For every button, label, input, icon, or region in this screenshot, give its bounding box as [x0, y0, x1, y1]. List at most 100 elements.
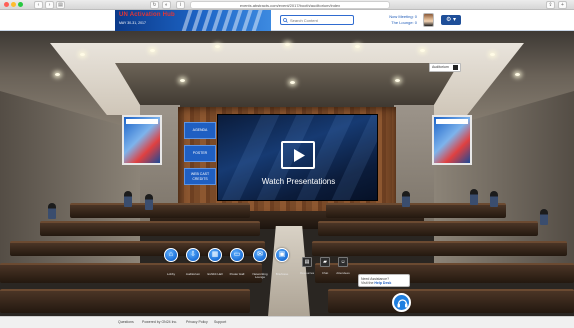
home-icon: ⌂ — [168, 251, 174, 258]
close-window-button[interactable] — [4, 2, 9, 7]
settings-menu-button[interactable]: ⚙ ▾ — [441, 15, 461, 25]
ceiling-light — [355, 45, 360, 48]
help-desk-text: Need Assistance? Visit the Help Desk — [361, 277, 391, 285]
resources-button[interactable]: ▤ — [302, 257, 312, 267]
seat-row — [326, 203, 506, 218]
page-footer: Questions Powered by ON24 Inc. Privacy P… — [0, 316, 574, 328]
maximize-window-button[interactable] — [18, 2, 23, 7]
forward-button[interactable]: › — [45, 1, 54, 9]
new-tab-button[interactable]: + — [558, 1, 567, 9]
event-title: UN Activation Hub — [119, 12, 175, 18]
ceiling-light — [80, 53, 85, 56]
resources-label: Resources — [299, 271, 315, 275]
app-window: ‹ › ▤ ↻ ◐ i events.abstracts.com/event/2… — [0, 0, 574, 328]
help-desk-link[interactable]: Help Desk — [374, 281, 391, 285]
help-line-2-prefix: Visit the — [361, 281, 375, 285]
auditorium-button[interactable]: ⇩ — [186, 248, 200, 262]
chat-label: Chat — [321, 271, 329, 275]
play-icon — [294, 149, 305, 162]
footer-powered-by[interactable]: Powered by ON24 Inc. — [142, 320, 177, 324]
networking-lounge-button[interactable]: ✉ — [253, 248, 267, 262]
ceiling-light — [420, 49, 425, 52]
back-button[interactable]: ‹ — [34, 1, 43, 9]
agenda-label: AGENDA — [192, 128, 208, 133]
footer-support-link[interactable]: Support — [214, 320, 226, 324]
audience-member — [470, 189, 478, 205]
attendees-button[interactable]: ☺ — [338, 257, 348, 267]
networking-lounge-label: Networking Lounge — [252, 272, 268, 280]
audience-member — [145, 194, 153, 210]
live-lounge-link[interactable]: The Lounge: 0 — [391, 20, 417, 25]
reload-icon[interactable]: ↻ — [150, 1, 159, 9]
chat-icon: ✉ — [257, 251, 263, 258]
footer-questions-link[interactable]: Questions — [118, 320, 134, 324]
lobby-label: Lobby — [166, 272, 176, 276]
ceiling-light — [395, 79, 400, 82]
video-screen[interactable]: Watch Presentations — [217, 114, 378, 201]
poster-button[interactable]: POSTER — [184, 145, 216, 162]
audience-member — [124, 191, 132, 207]
ceiling-light — [215, 45, 220, 48]
briefcase-label: Briefcase — [275, 272, 289, 276]
ceiling-light — [290, 81, 295, 84]
avatar[interactable] — [423, 13, 434, 27]
exhibit-hall-label: Exhibit Hall — [207, 272, 223, 276]
seat-row — [70, 203, 250, 218]
lobby-button[interactable]: ⌂ — [164, 248, 178, 262]
search-input[interactable] — [290, 16, 350, 24]
now-meeting-link[interactable]: Now Meeting: 0 — [389, 14, 417, 19]
help-desk-panel[interactable]: Need Assistance? Visit the Help Desk — [358, 274, 410, 287]
play-button[interactable] — [281, 141, 315, 169]
auditorium-selector-label: Auditorium — [432, 65, 449, 69]
share-icon[interactable]: ⇪ — [546, 1, 555, 9]
webcast-credits-label: WEB CAST CREDITS — [190, 172, 210, 181]
seat-row — [40, 221, 260, 236]
seat-row — [318, 221, 538, 236]
seat-row — [328, 289, 574, 313]
auditorium-icon: ⇩ — [190, 251, 196, 258]
wall-poster-right[interactable] — [432, 115, 472, 165]
ceiling-light — [490, 53, 495, 56]
info-icon[interactable]: i — [176, 1, 185, 9]
minimize-window-button[interactable] — [11, 2, 16, 7]
footer-privacy-link[interactable]: Privacy Policy — [186, 320, 208, 324]
chat-button[interactable]: ▰ — [320, 257, 330, 267]
sidebar-toggle-button[interactable]: ▤ — [56, 1, 65, 9]
exhibit-icon: ▦ — [211, 251, 219, 258]
exhibit-hall-button[interactable]: ▦ — [208, 248, 222, 262]
chat-bubble-icon: ▰ — [323, 259, 327, 265]
auditorium-label: Auditorium — [185, 272, 201, 276]
shield-icon[interactable]: ◐ — [162, 1, 171, 9]
ceiling-recess — [115, 63, 459, 109]
attendees-label: Attendees — [336, 271, 350, 275]
search-icon — [283, 18, 288, 23]
site-header: UN Activation Hub MAY 30-31, 2017 Now Me… — [0, 10, 574, 31]
poster-label: POSTER — [192, 151, 208, 156]
resources-icon: ▤ — [304, 259, 310, 265]
ceiling-light — [285, 43, 290, 46]
dropdown-icon — [453, 65, 458, 70]
wall-poster-left[interactable] — [122, 115, 162, 165]
poster-hall-button[interactable]: ▭ — [230, 248, 244, 262]
ceiling-light — [515, 73, 520, 76]
event-dates: MAY 30-31, 2017 — [119, 21, 146, 25]
briefcase-button[interactable]: ▣ — [275, 248, 289, 262]
audience-member — [490, 191, 498, 207]
webcast-credits-button[interactable]: WEB CAST CREDITS — [184, 168, 216, 185]
event-banner[interactable]: UN Activation Hub MAY 30-31, 2017 — [115, 10, 271, 31]
search-box[interactable] — [280, 15, 354, 25]
ceiling-light — [180, 79, 185, 82]
address-bar[interactable]: events.abstracts.com/event/2017/booth/au… — [190, 1, 390, 9]
audience-member — [48, 203, 56, 219]
briefcase-icon: ▣ — [278, 251, 286, 258]
auditorium-selector-button[interactable]: Auditorium — [429, 63, 461, 72]
video-label: Watch Presentations — [261, 177, 336, 186]
audience-member — [540, 209, 548, 225]
help-desk-button[interactable] — [392, 293, 411, 312]
audience-member — [402, 191, 410, 207]
attendees-icon: ☺ — [340, 259, 346, 265]
ceiling-light — [150, 49, 155, 52]
agenda-button[interactable]: AGENDA — [184, 122, 216, 139]
poster-hall-label: Poster Hall — [229, 272, 245, 276]
ceiling-light — [55, 73, 60, 76]
